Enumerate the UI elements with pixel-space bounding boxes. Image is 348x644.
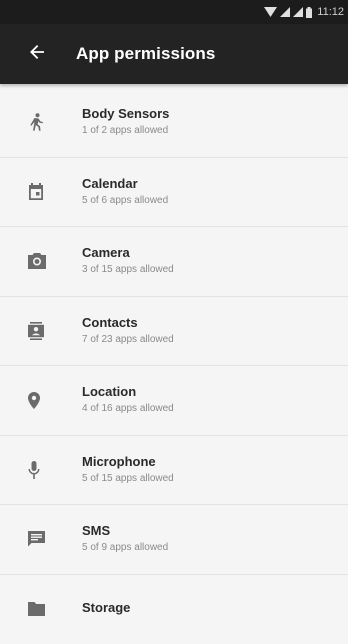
permission-title: Calendar <box>82 176 168 192</box>
permission-item-calendar[interactable]: Calendar 5 of 6 apps allowed <box>0 158 348 228</box>
permission-subtitle: 5 of 15 apps allowed <box>82 472 174 486</box>
body-sensors-icon <box>0 113 82 131</box>
permission-item-location[interactable]: Location 4 of 16 apps allowed <box>0 366 348 436</box>
permission-title: Location <box>82 384 174 400</box>
calendar-icon <box>0 183 82 200</box>
storage-icon <box>0 602 82 616</box>
permission-item-storage[interactable]: Storage <box>0 575 348 644</box>
permission-item-contacts[interactable]: Contacts 7 of 23 apps allowed <box>0 297 348 367</box>
permission-subtitle: 5 of 6 apps allowed <box>82 194 168 208</box>
permission-item-camera[interactable]: Camera 3 of 15 apps allowed <box>0 227 348 297</box>
app-bar: App permissions <box>0 24 348 84</box>
permission-item-sms[interactable]: SMS 5 of 9 apps allowed <box>0 505 348 575</box>
microphone-icon <box>0 461 82 479</box>
permission-subtitle: 3 of 15 apps allowed <box>82 263 174 277</box>
back-button[interactable] <box>0 24 76 84</box>
status-time: 11:12 <box>317 6 344 18</box>
permission-title: Contacts <box>82 315 174 331</box>
contacts-icon <box>0 322 82 340</box>
status-bar: 11:12 <box>0 0 348 24</box>
permission-title: Camera <box>82 245 174 261</box>
permission-title: Body Sensors <box>82 106 169 122</box>
permission-item-microphone[interactable]: Microphone 5 of 15 apps allowed <box>0 436 348 506</box>
battery-icon <box>306 7 312 18</box>
permission-title: Microphone <box>82 454 174 470</box>
wifi-icon <box>264 7 277 17</box>
permission-item-body-sensors[interactable]: Body Sensors 1 of 2 apps allowed <box>0 88 348 158</box>
permission-subtitle: 7 of 23 apps allowed <box>82 333 174 347</box>
location-icon <box>0 392 82 409</box>
permission-subtitle: 5 of 9 apps allowed <box>82 541 168 555</box>
signal-icon <box>280 7 290 17</box>
permission-subtitle: 1 of 2 apps allowed <box>82 124 169 138</box>
permission-title: SMS <box>82 523 168 539</box>
camera-icon <box>0 253 82 269</box>
permission-title: Storage <box>82 600 130 616</box>
page-title: App permissions <box>76 44 215 64</box>
permission-subtitle: 4 of 16 apps allowed <box>82 402 174 416</box>
arrow-back-icon <box>30 45 44 64</box>
permissions-list: Body Sensors 1 of 2 apps allowed Calenda… <box>0 88 348 644</box>
sms-icon <box>0 531 82 547</box>
signal-icon <box>293 7 303 17</box>
